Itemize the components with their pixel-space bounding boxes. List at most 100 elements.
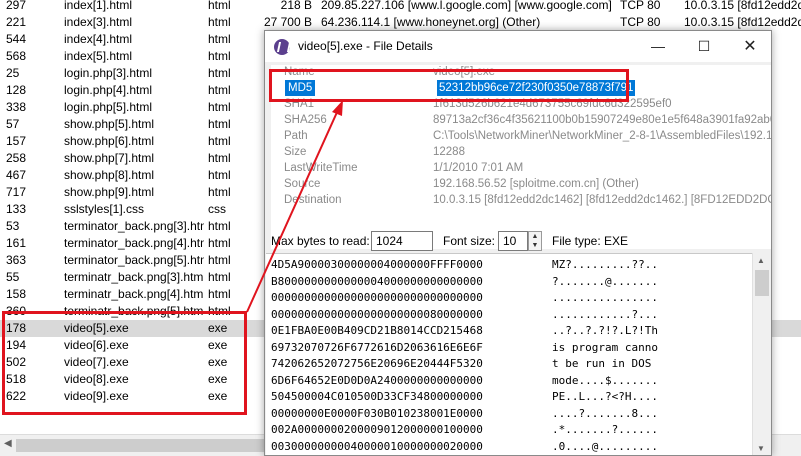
detail-row[interactable]: MD5 52312bb96ce72f230f0350e78873f791 xyxy=(271,80,771,96)
font-size-input[interactable]: 10 xyxy=(498,231,528,251)
hex-ascii: ................ xyxy=(552,291,658,304)
cell-file: index[4].html xyxy=(64,32,133,46)
cell-ext: exe xyxy=(208,355,228,369)
font-size-stepper[interactable]: ▲ ▼ xyxy=(528,231,542,251)
cell-id: 467 xyxy=(6,168,27,182)
cell-file: video[8].exe xyxy=(64,372,129,386)
cell-file: terminatr_back.png[5].html xyxy=(64,304,204,318)
cell-id: 194 xyxy=(6,338,27,352)
detail-key: Size xyxy=(284,146,307,158)
cell-ext: html xyxy=(208,219,231,233)
spin-down-icon[interactable]: ▼ xyxy=(529,241,541,250)
detail-value: 1/1/2010 7:01 AM xyxy=(433,162,524,174)
cell-id: 363 xyxy=(6,253,27,267)
cell-ext: exe xyxy=(208,372,228,386)
detail-row[interactable]: Source 192.168.56.52 [sploitme.com.cn] (O… xyxy=(271,176,771,192)
cell-file: index[5].html xyxy=(64,49,133,63)
cell-file: terminatr_back.png[3].html xyxy=(64,270,204,284)
scroll-left-icon[interactable]: ◀ xyxy=(4,438,12,449)
spin-up-icon[interactable]: ▲ xyxy=(529,232,541,241)
detail-value: 1f613d526b621e4d673755c69fdc6d322595ef0 xyxy=(433,98,672,110)
cell-ext: html xyxy=(208,134,231,148)
detail-value: C:\Tools\NetworkMiner\NetworkMiner_2-8-1… xyxy=(433,130,772,142)
max-bytes-input[interactable]: 1024 xyxy=(371,231,433,251)
hex-bytes: 0E1FBA0E00B409CD21B8014CCD215468 xyxy=(271,324,483,337)
hex-ascii: .0....@......... xyxy=(552,439,658,453)
cell-file: terminator_back.png[3].html xyxy=(64,219,204,233)
font-size-label: Font size: xyxy=(443,234,496,248)
cell-ext: html xyxy=(208,66,231,80)
scroll-down-icon[interactable]: ▼ xyxy=(757,444,765,453)
scrollbar-thumb[interactable] xyxy=(16,439,266,452)
cell-ext: exe xyxy=(208,389,228,403)
cell-file: index[1].html xyxy=(64,0,133,12)
detail-row[interactable]: LastWriteTime 1/1/2010 7:01 AM xyxy=(271,160,771,176)
cell-size: 27 700 B xyxy=(263,15,312,29)
hex-ascii: mode....$....... xyxy=(552,373,658,387)
detail-key: MD5 xyxy=(285,80,316,96)
detail-row[interactable]: Size 12288 xyxy=(271,144,771,160)
hex-bytes: 00000000000000000000000080000000 xyxy=(271,307,483,321)
cell-file: video[7].exe xyxy=(64,355,129,369)
detail-row[interactable]: Path C:\Tools\NetworkMiner\NetworkMiner_2… xyxy=(271,128,772,144)
minimize-button[interactable]: — xyxy=(635,31,681,62)
detail-value: 52312bb96ce72f230f0350e78873f791 xyxy=(437,80,636,96)
scroll-up-icon[interactable]: ▲ xyxy=(757,256,765,265)
table-row[interactable]: 297 index[1].html html 218 B 209.85.227.106 … xyxy=(0,0,801,14)
cell-file: show.php[9].html xyxy=(64,185,155,199)
hex-ascii: ....?.......8... xyxy=(552,406,658,420)
cell-file: terminator_back.png[4].html xyxy=(64,236,204,250)
table-row[interactable]: 221 index[3].html html 27 700 B 64.236.114.1… xyxy=(0,14,801,31)
maximize-button[interactable]: ☐ xyxy=(681,31,727,62)
cell-file: video[9].exe xyxy=(64,389,129,403)
cell-size: 218 B xyxy=(280,0,312,12)
cell-ext: html xyxy=(208,304,231,318)
detail-row[interactable]: Name video[5].exe xyxy=(271,65,771,80)
detail-value: video[5].exe xyxy=(433,66,496,78)
cell-id: 622 xyxy=(6,389,27,403)
cell-ext: html xyxy=(208,270,231,284)
hex-bytes: 00000000E0000F030B010238001E0000 xyxy=(271,406,483,420)
hex-bytes: 00000000000000000000000000000000 xyxy=(271,291,483,304)
cell-ext: html xyxy=(208,0,231,12)
cell-file: show.php[7].html xyxy=(64,151,155,165)
cell-file: terminator_back.png[5].html xyxy=(64,253,204,267)
hex-ascii: ..?..?.?!?.L?!Th xyxy=(552,324,658,337)
cell-ext: html xyxy=(208,49,231,63)
hex-bytes: 6D6F64652E0D0D0A2400000000000000 xyxy=(271,373,483,387)
cell-id: 221 xyxy=(6,15,27,29)
cell-ext: html xyxy=(208,236,231,250)
cell-file: show.php[6].html xyxy=(64,134,155,148)
scrollbar-thumb[interactable] xyxy=(755,270,769,296)
cell-id: 502 xyxy=(6,355,27,369)
detail-row[interactable]: Destination 10.0.3.15 [8fd12edd2dc1462] [… xyxy=(271,192,771,208)
cell-id: 544 xyxy=(6,32,27,46)
cell-ext: html xyxy=(208,168,231,182)
cell-file: video[6].exe xyxy=(64,338,129,352)
hex-bytes: 00300000000040000010000000020000 xyxy=(271,439,483,453)
cell-source: 64.236.114.1 [www.honeynet.org] (Other) xyxy=(321,15,541,29)
hex-ascii: .*.......?...... xyxy=(552,423,658,436)
hex-ascii: is program canno xyxy=(552,340,658,354)
dialog-title: video[5].exe - File Details xyxy=(298,39,433,53)
cell-ext: html xyxy=(208,100,231,114)
cell-id: 55 xyxy=(6,270,20,284)
hex-vertical-scrollbar[interactable]: ▲ ▼ xyxy=(752,253,771,455)
cell-ext: exe xyxy=(208,321,228,335)
cell-file: terminatr_back.png[4].html xyxy=(64,287,204,301)
hex-bytes: B8000000000000004000000000000000 xyxy=(271,274,483,288)
hex-view[interactable]: 4D5A90000300000004000000FFFF0000 MZ?.....… xyxy=(266,253,752,455)
cell-file: index[3].html xyxy=(64,15,133,29)
title-bar[interactable]: video[5].exe - File Details — ☐ ✕ xyxy=(265,31,771,62)
hex-ascii: ?.......@....... xyxy=(552,274,658,288)
cell-file: show.php[5].html xyxy=(64,117,155,131)
close-button[interactable]: ✕ xyxy=(727,31,771,62)
cell-ext: html xyxy=(208,83,231,97)
cell-ext: css xyxy=(208,202,226,216)
cell-id: 568 xyxy=(6,49,27,63)
detail-row[interactable]: SHA1 1f613d526b621e4d673755c69fdc6d322595… xyxy=(271,96,771,112)
detail-row[interactable]: SHA256 89713a2cf36c4f35621100b0b15907249e… xyxy=(271,112,771,128)
file-type-label: File type: EXE xyxy=(552,234,629,248)
max-bytes-label: Max bytes to read: xyxy=(271,234,370,248)
cell-ext: html xyxy=(208,117,231,131)
